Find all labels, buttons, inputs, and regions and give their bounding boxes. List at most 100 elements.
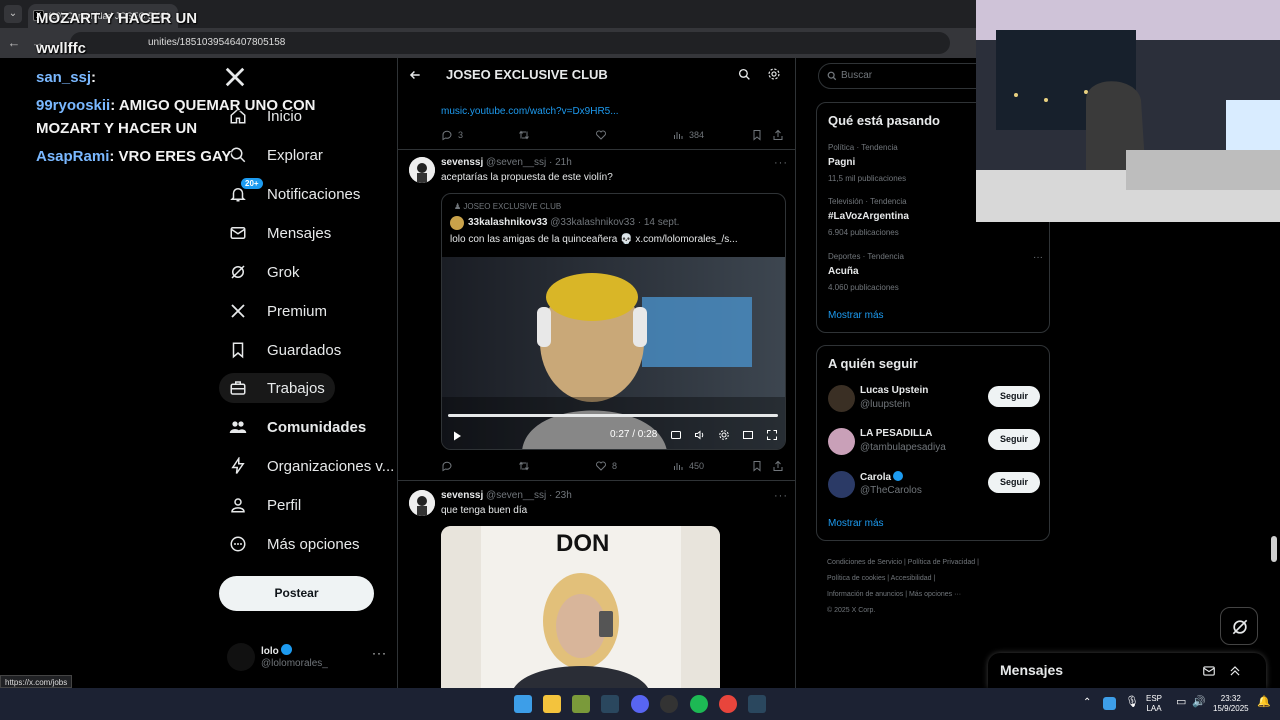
account-switcher[interactable]: lolo @lolomorales_ ···: [227, 641, 387, 675]
share-button[interactable]: [772, 128, 789, 142]
search-icon[interactable]: [738, 68, 751, 81]
stream-chat-overlay: MOZART Y HACER UN wwllffc san_ssj: 99ryo…: [0, 0, 320, 180]
follow-suggestion[interactable]: Carola @TheCarolos Seguir: [828, 470, 1040, 502]
follow-handle: @tambulapesadiya: [860, 442, 946, 453]
avatar[interactable]: [409, 157, 435, 183]
follow-handle: @TheCarolos: [860, 485, 922, 496]
video-player[interactable]: 0:27 / 0:28: [442, 257, 785, 449]
reply-icon: [442, 130, 452, 141]
gear-icon[interactable]: [767, 67, 781, 81]
tweet-time[interactable]: · 23h: [549, 490, 572, 501]
trend-item[interactable]: Deportes · Tendencia Acuña 4.060 publica…: [828, 252, 1043, 292]
bookmark-button[interactable]: [751, 459, 768, 473]
chevron-up-icon[interactable]: ⌃: [1083, 698, 1091, 708]
avatar[interactable]: [409, 490, 435, 516]
bookmark-button[interactable]: [751, 128, 768, 142]
spotify-icon[interactable]: [690, 695, 708, 713]
post-button[interactable]: Postear: [219, 576, 374, 611]
footer-line[interactable]: Política de cookies | Accesibilidad |: [827, 571, 1042, 587]
retweet-button[interactable]: [518, 459, 535, 473]
microphone-icon[interactable]: 🎙: [1125, 697, 1139, 708]
file-explorer-icon[interactable]: [543, 695, 561, 713]
steam-icon[interactable]: [601, 695, 619, 713]
windows-start-icon[interactable]: [514, 695, 532, 713]
steam-icon[interactable]: [748, 695, 766, 713]
messages-drawer[interactable]: Mensajes: [988, 653, 1266, 688]
tweet-more-icon[interactable]: ···: [774, 490, 788, 502]
scrollbar-thumb[interactable]: [1271, 536, 1277, 562]
verified-badge-icon: [893, 471, 904, 481]
more-dots-icon[interactable]: ···: [1033, 252, 1043, 263]
tweet-actions: 3 384: [441, 128, 786, 142]
tweet-time[interactable]: · 21h: [549, 157, 572, 168]
tweet-header: sevenssj @seven__ssj · 21h: [441, 157, 572, 168]
language-indicator[interactable]: ESP LAA: [1146, 694, 1162, 714]
keyboard-layout: LAA: [1146, 704, 1162, 713]
volume-icon[interactable]: [694, 429, 706, 441]
fullscreen-icon[interactable]: [766, 429, 778, 441]
nav-grok[interactable]: Grok: [219, 257, 310, 287]
nav-bookmarks[interactable]: Guardados: [219, 335, 351, 365]
discord-icon[interactable]: [631, 695, 649, 713]
footer-line[interactable]: Información de anuncios | Más opciones ·…: [827, 587, 1042, 603]
app-icon[interactable]: [572, 695, 590, 713]
quoted-tweet[interactable]: ♟ JOSEO EXCLUSIVE CLUB 33kalashnikov33 @…: [441, 193, 786, 450]
nav-communities[interactable]: Comunidades: [219, 412, 376, 442]
nav-notifications[interactable]: 20+ Notificaciones: [219, 178, 370, 209]
play-icon[interactable]: [451, 430, 463, 442]
reply-button[interactable]: [441, 459, 458, 473]
back-arrow-icon[interactable]: [408, 68, 422, 82]
captions-icon[interactable]: [670, 429, 682, 441]
clock[interactable]: 23:32 15/9/2025: [1213, 694, 1249, 714]
people-icon: [229, 421, 247, 433]
views-button[interactable]: 384: [672, 128, 704, 142]
notification-center-icon[interactable]: 🔔: [1257, 697, 1271, 708]
network-icon[interactable]: ▭: [1176, 697, 1186, 708]
nav-messages[interactable]: Mensajes: [219, 218, 341, 248]
tweet-author[interactable]: sevenssj: [441, 157, 483, 168]
account-handle: @lolomorales_: [261, 658, 328, 669]
chrome-icon[interactable]: [719, 695, 737, 713]
nav-organizations[interactable]: Organizaciones v...: [219, 451, 404, 481]
follow-button[interactable]: Seguir: [988, 429, 1040, 450]
chevron-up-icon[interactable]: [1228, 664, 1242, 678]
video-progress-bar[interactable]: [448, 414, 778, 417]
volume-icon[interactable]: 🔊: [1192, 697, 1206, 708]
nav-more-options[interactable]: Más opciones: [219, 529, 370, 559]
follow-suggestion[interactable]: Lucas Upstein @luupstein Seguir: [828, 384, 1040, 416]
show-more-link[interactable]: Mostrar más: [828, 518, 884, 529]
tweet-more-icon[interactable]: ···: [774, 157, 788, 169]
retweet-icon: [519, 461, 529, 471]
tweet-author[interactable]: sevenssj: [441, 490, 483, 501]
settings-gear-icon[interactable]: [718, 429, 730, 441]
more-dots-icon[interactable]: ···: [372, 646, 387, 660]
follow-button[interactable]: Seguir: [988, 386, 1040, 407]
tweet-image[interactable]: DON: [441, 526, 720, 688]
views-button[interactable]: 450: [672, 459, 704, 473]
nav-jobs[interactable]: Trabajos: [219, 373, 335, 403]
grok-button[interactable]: [1220, 607, 1258, 645]
tray-app-icon[interactable]: [1103, 697, 1116, 710]
pip-icon[interactable]: [742, 429, 754, 441]
like-button[interactable]: [595, 128, 612, 142]
nav-premium[interactable]: Premium: [219, 296, 337, 326]
grok-icon: [1232, 619, 1248, 635]
show-more-link[interactable]: Mostrar más: [828, 310, 884, 321]
nav-label: Notificaciones: [267, 185, 361, 203]
x-logo-icon: [231, 304, 245, 318]
footer-line[interactable]: Condiciones de Servicio | Política de Pr…: [827, 555, 1042, 571]
chat-text: :: [91, 69, 97, 86]
new-message-icon[interactable]: [1202, 664, 1216, 678]
follow-suggestion[interactable]: LA PESADILLA @tambulapesadiya Seguir: [828, 427, 1040, 459]
reply-button[interactable]: 3: [441, 128, 463, 142]
share-button[interactable]: [772, 459, 789, 473]
tweet-link[interactable]: music.youtube.com/watch?v=Dx9HR5...: [441, 106, 619, 117]
nav-profile[interactable]: Perfil: [219, 490, 311, 520]
follow-button[interactable]: Seguir: [988, 472, 1040, 493]
like-button[interactable]: 8: [595, 459, 617, 473]
video-frame: [442, 257, 785, 449]
avatar-image: [409, 490, 435, 516]
share-icon: [773, 129, 783, 140]
obs-icon[interactable]: [660, 695, 678, 713]
retweet-button[interactable]: [518, 128, 535, 142]
